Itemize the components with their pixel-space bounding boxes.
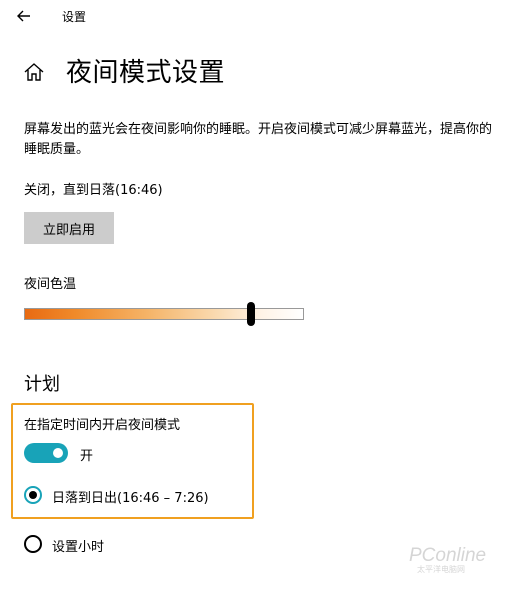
set-hours-radio[interactable]	[24, 535, 42, 553]
color-temperature-slider[interactable]	[24, 300, 304, 328]
svg-text:PConline: PConline	[409, 545, 486, 566]
back-button[interactable]	[10, 4, 38, 28]
schedule-toggle-label: 在指定时间内开启夜间模式	[24, 418, 181, 433]
page-title: 夜间模式设置	[66, 58, 226, 88]
sunset-to-sunrise-radio[interactable]	[24, 486, 42, 504]
title-bar: 设置	[0, 0, 513, 32]
svg-text:太平洋电脑网: 太平洋电脑网	[417, 564, 465, 574]
schedule-heading: 计划	[24, 374, 60, 395]
home-icon[interactable]	[22, 60, 46, 84]
app-title: 设置	[62, 10, 87, 24]
sunset-to-sunrise-label[interactable]: 日落到日出(16:46 – 7:26)	[52, 487, 209, 506]
description-text: 屏幕发出的蓝光会在夜间影响你的睡眠。开启夜间模式可减少屏幕蓝光，提高你的睡眠质量…	[24, 122, 493, 157]
slider-thumb[interactable]	[246, 302, 255, 326]
enable-now-button[interactable]: 立即启用	[24, 212, 114, 244]
slider-track[interactable]	[24, 308, 304, 320]
color-temperature-label: 夜间色温	[24, 277, 77, 292]
watermark-logo: PConline 太平洋电脑网	[409, 545, 486, 574]
toggle-state-label: 开	[80, 449, 94, 464]
settings-page: 设置 夜间模式设置 屏幕发出的蓝光会在夜间影响你的睡眠。开启夜间模式可减少屏幕蓝…	[0, 0, 513, 589]
toggle-knob	[53, 448, 63, 458]
arrow-left-icon	[17, 10, 30, 22]
schedule-toggle[interactable]	[24, 443, 68, 463]
status-text: 关闭，直到日落(16:46)	[24, 183, 163, 198]
set-hours-label[interactable]: 设置小时	[52, 536, 104, 555]
